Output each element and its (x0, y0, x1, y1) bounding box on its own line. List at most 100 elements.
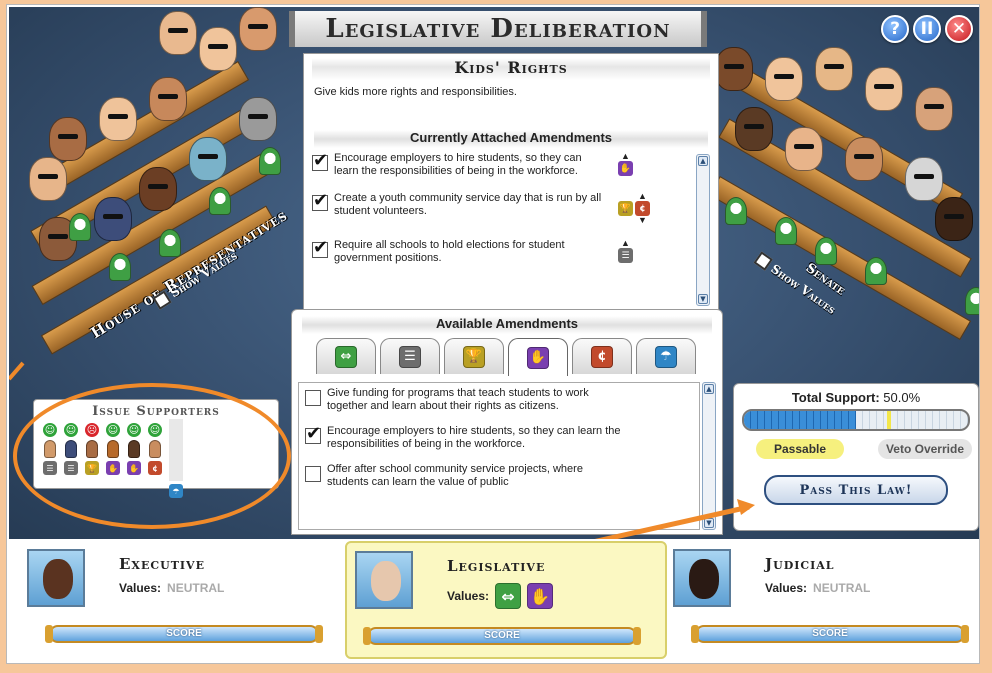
representative[interactable] (239, 7, 277, 51)
handshake-icon: ✋ (527, 583, 554, 609)
amendment-checkbox[interactable] (312, 237, 328, 258)
avatar (371, 561, 401, 601)
avatar (43, 559, 73, 599)
money-icon: ¢ (635, 201, 650, 216)
reorder-arrows-icon[interactable]: ▲ ☰ (618, 239, 633, 263)
amendment-checkbox[interactable] (305, 390, 321, 406)
senator[interactable] (785, 127, 823, 171)
total-support-label: Total Support: (791, 390, 880, 405)
tab-responsibility[interactable]: ✋ (508, 338, 568, 376)
senator[interactable] (715, 47, 753, 91)
amendment-text: Offer after school community service pro… (327, 463, 583, 488)
pause-icon: II (920, 19, 934, 39)
avatar (689, 559, 719, 599)
veto-threshold-marker (887, 411, 892, 429)
amendment-category-tabs: ⇔ ☰ 🏆 ✋ ¢ ☂ (316, 338, 708, 376)
senator[interactable] (765, 57, 803, 101)
handshake-icon: ✋ (618, 161, 633, 176)
equality-icon: ⇔ (495, 583, 522, 609)
empty-seat (965, 287, 979, 315)
legislative-score-bar: SCORE (363, 627, 641, 645)
representative[interactable] (199, 27, 237, 71)
available-amendment: Offer after school community service pro… (305, 463, 699, 489)
branch-judicial[interactable]: Judicial Values: NEUTRAL SCORE (665, 541, 987, 659)
tab-equality[interactable]: ⇔ (316, 338, 376, 374)
tutorial-highlight-ring (13, 383, 291, 529)
amendment-checkbox[interactable] (305, 423, 321, 444)
empty-seat (209, 187, 231, 215)
empty-seat (775, 217, 797, 245)
total-support-panel: Total Support: 50.0% Passable Veto Overr… (733, 383, 979, 531)
attached-amendment: Create a youth community service day tha… (312, 190, 684, 225)
branch-legislative[interactable]: Legislative Values: ⇔ ✋ SCORE (345, 541, 667, 659)
representative[interactable] (99, 97, 137, 141)
empty-seat (725, 197, 747, 225)
tutorial-arrow-stub (9, 361, 25, 381)
senator[interactable] (915, 87, 953, 131)
values-label: Values: (119, 581, 162, 595)
executive-name: Executive (119, 555, 205, 573)
senator[interactable] (905, 157, 943, 201)
senator[interactable] (735, 107, 773, 151)
total-support-value: 50.0% (883, 390, 921, 405)
scroll-up-icon[interactable]: ▲ (698, 156, 708, 166)
representative[interactable] (239, 97, 277, 141)
available-amendments-heading: Available Amendments (302, 316, 712, 334)
legislative-name: Legislative (447, 557, 546, 575)
empty-seat (69, 213, 91, 241)
support-meter-fill (744, 411, 856, 429)
representative[interactable] (94, 197, 132, 241)
representative[interactable] (29, 157, 67, 201)
attached-amendments-list: Encourage employers to hire students, so… (312, 150, 684, 265)
available-scrollbar[interactable]: ▲ ▼ (702, 382, 716, 530)
branch-executive[interactable]: Executive Values: NEUTRAL SCORE (19, 541, 341, 659)
values-label: Values: (447, 589, 490, 603)
support-meter (742, 409, 970, 431)
scroll-up-icon[interactable]: ▲ (704, 384, 714, 394)
trophy-icon: 🏆 (463, 345, 485, 368)
attached-amendment: Require all schools to hold elections fo… (312, 237, 684, 265)
tab-achievement[interactable]: 🏆 (444, 338, 504, 374)
senator[interactable] (815, 47, 853, 91)
scroll-down-icon[interactable]: ▼ (704, 518, 714, 528)
reorder-arrows-icon[interactable]: ▲ ¢ ▼ (635, 192, 650, 225)
equality-icon: ⇔ (335, 345, 357, 368)
available-amendment: Encourage employers to hire students, so… (305, 423, 699, 451)
help-button[interactable]: ? (881, 15, 909, 43)
values-status: NEUTRAL (813, 581, 871, 595)
empty-seat (259, 147, 281, 175)
money-icon: ¢ (591, 345, 613, 368)
page-title: Legislative Deliberation (289, 11, 707, 47)
tab-safety[interactable]: ☂ (636, 338, 696, 374)
judicial-score-bar: SCORE (691, 625, 969, 643)
representative[interactable] (159, 11, 197, 55)
senator[interactable] (845, 137, 883, 181)
handshake-icon: ✋ (527, 346, 549, 369)
scroll-down-icon[interactable]: ▼ (698, 294, 708, 304)
judicial-values: Values: NEUTRAL (765, 581, 870, 595)
available-amendments-list: Give funding for programs that teach stu… (298, 382, 700, 530)
senator[interactable] (865, 67, 903, 111)
pause-button[interactable]: II (913, 15, 941, 43)
trophy-icon: 🏆 (618, 201, 633, 216)
representative[interactable] (49, 117, 87, 161)
pass-law-button[interactable]: Pass This Law! (764, 475, 948, 505)
representative[interactable] (189, 137, 227, 181)
tab-economy[interactable]: ¢ (572, 338, 632, 374)
legislative-values: Values: ⇔ ✋ (447, 583, 554, 609)
attached-scrollbar[interactable]: ▲ ▼ (696, 154, 710, 306)
tab-government[interactable]: ☰ (380, 338, 440, 374)
amendment-text: Create a youth community service day tha… (334, 192, 602, 217)
representative[interactable] (149, 77, 187, 121)
window-controls: ? II ✕ (881, 15, 973, 43)
reorder-arrows-icon[interactable]: ▲ ✋ (618, 152, 633, 176)
representative[interactable] (139, 167, 177, 211)
senator[interactable] (935, 197, 973, 241)
close-button[interactable]: ✕ (945, 15, 973, 43)
amendment-checkbox[interactable] (312, 190, 328, 211)
amendment-checkbox[interactable] (305, 466, 321, 482)
legislative-portrait (355, 551, 413, 609)
amendment-checkbox[interactable] (312, 150, 328, 171)
executive-values: Values: NEUTRAL (119, 581, 224, 595)
judicial-portrait (673, 549, 731, 607)
